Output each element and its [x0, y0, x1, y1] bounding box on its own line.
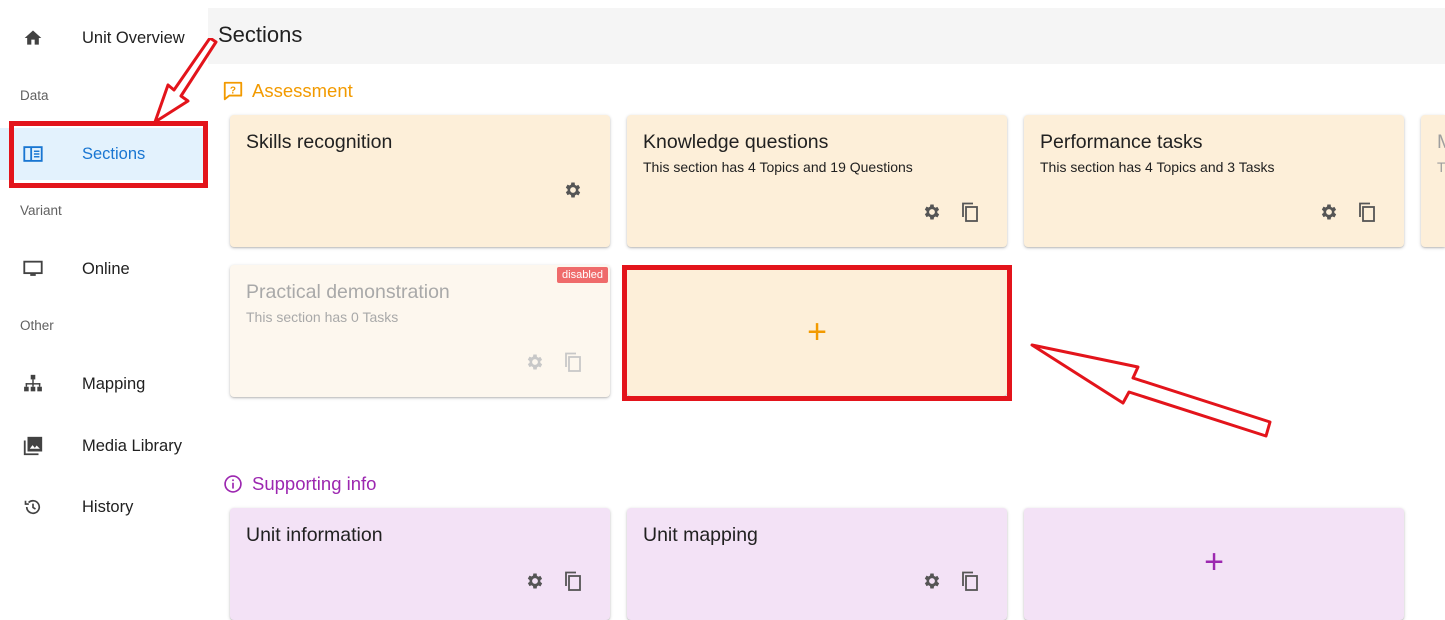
sidebar-item-label: Online: [82, 259, 130, 278]
gear-icon[interactable]: [919, 568, 945, 594]
plus-icon: +: [1204, 542, 1224, 581]
card-subtitle: T: [1437, 159, 1445, 175]
gear-icon[interactable]: [522, 568, 548, 594]
sidebar-item-label: History: [82, 497, 134, 516]
copy-icon[interactable]: [560, 568, 586, 594]
assessment-heading: ? Assessment: [222, 80, 353, 102]
sidebar-item-label: Mapping: [82, 374, 146, 393]
question-bubble-icon: ?: [222, 80, 244, 102]
add-assessment-section-button[interactable]: +: [627, 268, 1007, 396]
sections-icon: [22, 143, 44, 165]
gear-icon[interactable]: [919, 199, 945, 225]
copy-icon[interactable]: [957, 199, 983, 225]
group-label-other: Other: [20, 318, 54, 333]
page-title: Sections: [218, 22, 303, 47]
sidebar: Unit Overview Data Sections Variant Onli…: [0, 0, 208, 613]
info-icon: [222, 473, 244, 495]
gear-icon[interactable]: [560, 177, 586, 203]
sidebar-item-label: Unit Overview: [82, 28, 185, 47]
sidebar-item-label: Media Library: [82, 436, 182, 455]
copy-icon[interactable]: [1354, 199, 1380, 225]
home-icon: [22, 27, 44, 49]
sidebar-item-mapping[interactable]: Mapping: [0, 358, 208, 410]
section-card-unit-information[interactable]: Unit information: [230, 508, 610, 620]
section-card-partial[interactable]: M T: [1421, 115, 1445, 247]
assessment-heading-label: Assessment: [252, 80, 353, 101]
section-card-unit-mapping[interactable]: Unit mapping: [627, 508, 1007, 620]
supporting-info-heading-label: Supporting info: [252, 473, 377, 494]
section-card-practical-demonstration[interactable]: disabled Practical demonstration This se…: [230, 265, 610, 397]
sidebar-item-online[interactable]: Online: [0, 243, 208, 295]
card-title: Skills recognition: [246, 131, 393, 153]
copy-icon[interactable]: [560, 349, 586, 375]
card-subtitle: This section has 4 Topics and 19 Questio…: [643, 159, 913, 175]
add-supporting-section-button[interactable]: +: [1024, 508, 1404, 620]
section-card-knowledge-questions[interactable]: Knowledge questions This section has 4 T…: [627, 115, 1007, 247]
card-title: Knowledge questions: [643, 131, 829, 153]
sidebar-item-label: Sections: [82, 144, 146, 163]
sidebar-item-unit-overview[interactable]: Unit Overview: [0, 12, 208, 64]
annotation-arrow-icon: [1030, 343, 1272, 438]
svg-text:?: ?: [230, 85, 236, 96]
sitemap-icon: [22, 373, 44, 395]
image-library-icon: [22, 435, 44, 457]
page-header: Sections: [208, 8, 1445, 64]
monitor-icon: [22, 258, 44, 280]
copy-icon[interactable]: [957, 568, 983, 594]
card-subtitle: This section has 0 Tasks: [246, 309, 399, 325]
section-card-skills-recognition[interactable]: Skills recognition: [230, 115, 610, 247]
card-title: Unit mapping: [643, 524, 758, 546]
card-title: Unit information: [246, 524, 383, 546]
supporting-info-heading: Supporting info: [222, 473, 376, 495]
card-title: Practical demonstration: [246, 281, 450, 303]
gear-icon[interactable]: [1316, 199, 1342, 225]
card-subtitle: This section has 4 Topics and 3 Tasks: [1040, 159, 1275, 175]
plus-icon: +: [807, 312, 827, 351]
sidebar-item-history[interactable]: History: [0, 481, 208, 533]
gear-icon[interactable]: [522, 349, 548, 375]
history-icon: [22, 496, 44, 518]
group-label-variant: Variant: [20, 203, 62, 218]
sidebar-item-sections[interactable]: Sections: [0, 128, 208, 180]
section-card-performance-tasks[interactable]: Performance tasks This section has 4 Top…: [1024, 115, 1404, 247]
group-label-data: Data: [20, 88, 49, 103]
disabled-badge: disabled: [557, 267, 608, 283]
card-title: Performance tasks: [1040, 131, 1203, 153]
card-title: M: [1437, 131, 1445, 154]
sidebar-item-media-library[interactable]: Media Library: [0, 420, 208, 472]
